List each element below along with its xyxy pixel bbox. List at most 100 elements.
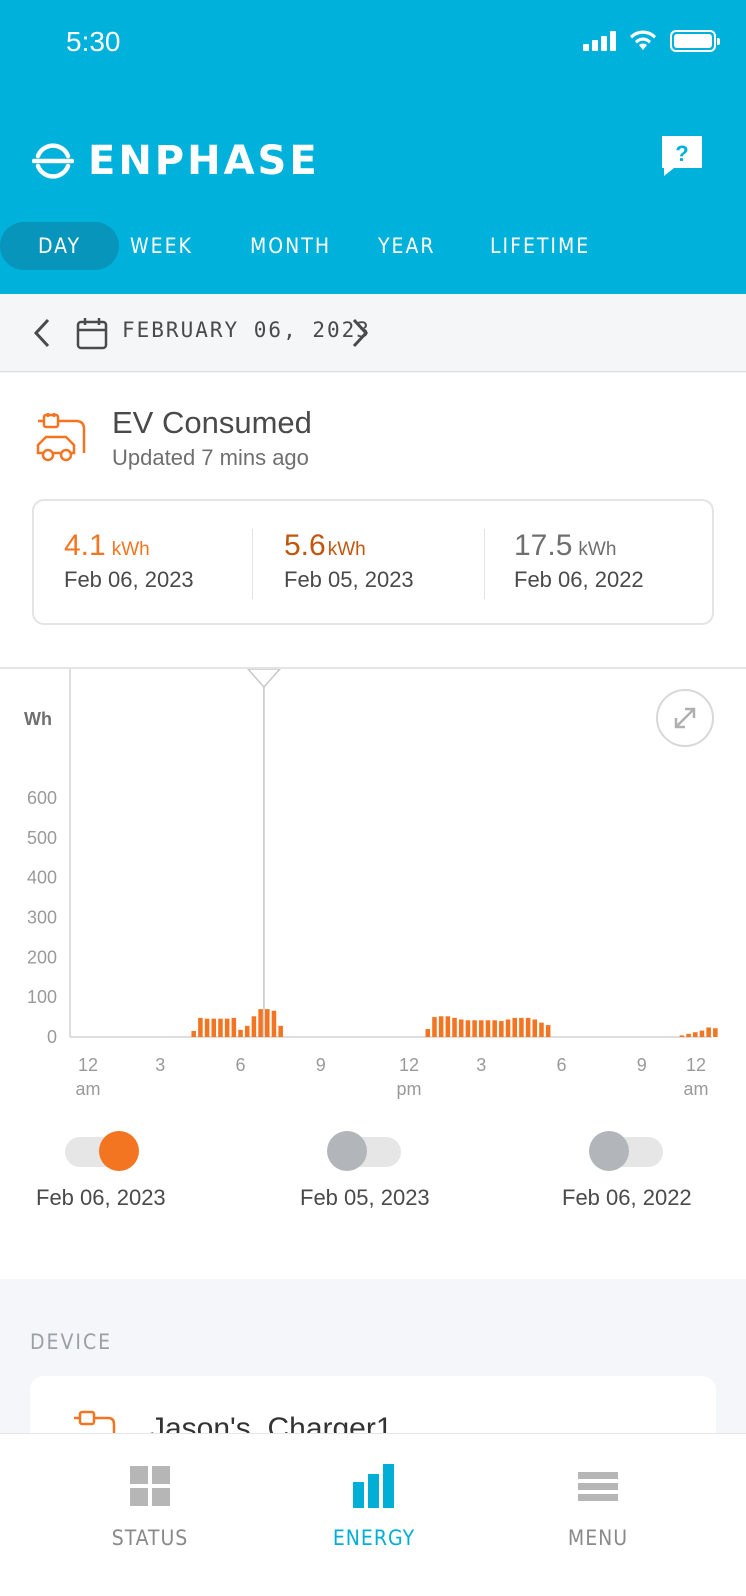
x-tick-sublabel: am xyxy=(683,1079,708,1099)
chart-bar xyxy=(224,1018,230,1037)
toggle-group-previous-day: Feb 05, 2023 xyxy=(300,1131,430,1211)
chart-bar xyxy=(452,1017,457,1037)
y-tick-label: 0 xyxy=(47,1027,57,1047)
toggle-group-current: Feb 06, 2023 xyxy=(36,1131,166,1211)
chart-cursor-marker xyxy=(246,669,281,689)
calendar-icon[interactable] xyxy=(76,316,108,350)
help-icon[interactable]: ? xyxy=(660,134,704,178)
y-tick-label: 100 xyxy=(27,987,57,1007)
tab-month[interactable]: MONTH xyxy=(250,222,331,270)
chart-bar xyxy=(532,1019,538,1037)
bottom-navigation: STATUS ENERGY MENU xyxy=(0,1433,746,1596)
chevron-left-icon[interactable] xyxy=(30,316,56,350)
toggle-previous-year[interactable] xyxy=(588,1131,663,1171)
stat-unit: kWh xyxy=(111,539,150,560)
menu-icon xyxy=(578,1472,618,1501)
chart-bar xyxy=(539,1022,544,1037)
chart-bar xyxy=(479,1020,484,1037)
chart-bar xyxy=(699,1030,705,1037)
x-tick-label: 6 xyxy=(235,1055,245,1075)
chart-bar xyxy=(218,1018,223,1037)
status-time: 5:30 xyxy=(66,26,121,57)
selected-date[interactable]: FEBRUARY 06, 2023 xyxy=(122,318,371,342)
toggle-group-previous-year: Feb 06, 2022 xyxy=(562,1131,692,1211)
stat-value: 17.5 xyxy=(514,529,573,562)
chart-bar xyxy=(485,1020,491,1037)
chart-bar xyxy=(458,1019,464,1037)
chart-bar xyxy=(505,1019,511,1037)
chart-bar xyxy=(204,1018,210,1037)
cellular-signal-icon xyxy=(583,31,616,51)
grid-icon xyxy=(130,1466,170,1506)
chart-bar xyxy=(706,1027,711,1037)
chart-bar xyxy=(693,1032,698,1037)
card-title: EV Consumed xyxy=(112,405,312,440)
chart-bar xyxy=(211,1018,217,1037)
enphase-logo-icon xyxy=(32,143,74,179)
period-tabs: DAY WEEK MONTH YEAR LIFETIME xyxy=(0,222,746,270)
nav-label: MENU xyxy=(567,1526,629,1550)
y-tick-label: 300 xyxy=(27,908,57,928)
stat-value: 5.6 xyxy=(284,529,326,562)
ev-charger-icon xyxy=(36,413,86,462)
stat-previous-day: 5.6 kWh Feb 05, 2023 xyxy=(284,529,414,593)
chart-bar xyxy=(465,1020,471,1037)
tab-week[interactable]: WEEK xyxy=(130,222,193,270)
bar-chart-icon xyxy=(353,1464,394,1508)
app-header: 5:30 ENPHASE ? DAY WEEK MONTH YEAR LIFET… xyxy=(0,0,746,294)
chart-bar xyxy=(244,1025,250,1037)
expand-chart-button[interactable] xyxy=(656,689,714,747)
y-tick-label: 200 xyxy=(27,947,57,967)
y-tick-label: 500 xyxy=(27,828,57,848)
brand-name: ENPHASE xyxy=(88,138,320,184)
chart-bar xyxy=(445,1016,451,1037)
x-tick-label: 9 xyxy=(637,1055,647,1075)
enphase-logo: ENPHASE xyxy=(32,138,320,184)
tab-lifetime[interactable]: LIFETIME xyxy=(490,222,590,270)
toggle-knob xyxy=(326,1131,367,1171)
chart-bar xyxy=(679,1035,685,1037)
chart-bar xyxy=(713,1028,718,1037)
battery-icon xyxy=(670,30,720,52)
nav-menu[interactable]: MENU xyxy=(498,1464,698,1550)
nav-energy[interactable]: ENERGY xyxy=(274,1464,474,1550)
x-tick-label: 6 xyxy=(556,1055,566,1075)
toggle-label: Feb 06, 2023 xyxy=(36,1185,166,1210)
chart-bar xyxy=(191,1031,196,1037)
svg-text:?: ? xyxy=(675,141,688,166)
nav-status[interactable]: STATUS xyxy=(50,1464,250,1550)
nav-label: STATUS xyxy=(111,1526,189,1550)
chart-bar xyxy=(198,1017,203,1037)
chevron-right-icon[interactable] xyxy=(346,316,372,350)
chart-bar xyxy=(519,1017,524,1037)
tab-day[interactable]: DAY xyxy=(0,222,120,270)
ev-consumed-card: EV Consumed Updated 7 mins ago 4.1 kWh Fe… xyxy=(0,373,746,1279)
stat-date: Feb 06, 2022 xyxy=(514,567,644,592)
toggle-knob xyxy=(98,1131,139,1171)
energy-bar-chart[interactable]: Wh 0 100 200 300 400 500 600 12 am 3 6 9 12 pm 3 6 9 12 am xyxy=(0,669,746,1129)
updated-text: Updated 7 mins ago xyxy=(112,445,309,470)
chart-bar xyxy=(278,1025,283,1037)
chart-bar xyxy=(238,1029,243,1037)
stat-date: Feb 05, 2023 xyxy=(284,567,414,592)
chart-bar xyxy=(231,1017,237,1037)
x-tick-label: 3 xyxy=(476,1055,486,1075)
tab-year[interactable]: YEAR xyxy=(378,222,436,270)
x-tick-sublabel: pm xyxy=(396,1079,421,1099)
nav-label: ENERGY xyxy=(332,1526,416,1550)
toggle-previous-day[interactable] xyxy=(326,1131,401,1171)
toggle-label: Feb 06, 2022 xyxy=(562,1185,692,1210)
toggle-current[interactable] xyxy=(64,1131,139,1171)
chart-bar xyxy=(512,1017,517,1037)
chart-bar xyxy=(258,1009,263,1037)
stat-divider xyxy=(252,529,253,599)
stat-previous-year: 17.5 kWh Feb 06, 2022 xyxy=(514,529,644,593)
chart-bar xyxy=(271,1010,277,1037)
chart-bar xyxy=(438,1016,444,1037)
y-tick-label: 600 xyxy=(27,788,57,808)
toggle-knob xyxy=(588,1131,629,1171)
chart-bar xyxy=(499,1021,504,1037)
app-screen: 5:30 ENPHASE ? DAY WEEK MONTH YEAR LIFET… xyxy=(0,0,746,1596)
x-tick-label: 12 xyxy=(78,1055,98,1075)
energy-chart: Wh 0 100 200 300 400 500 600 12 am 3 6 9 12 pm 3 6 9 12 am xyxy=(0,667,746,1187)
